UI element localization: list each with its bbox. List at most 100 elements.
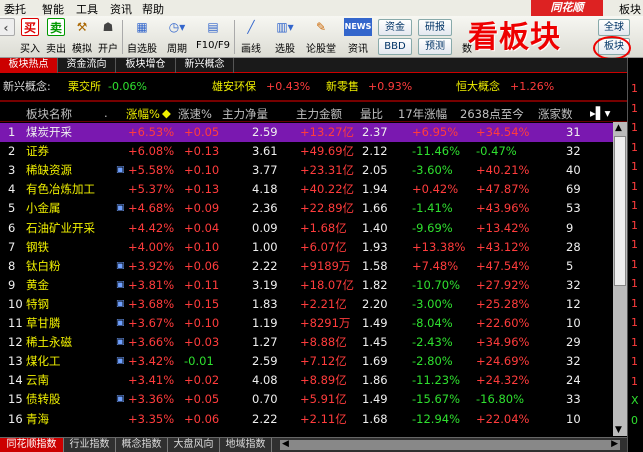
user-icon: ☗: [102, 20, 114, 34]
tab-industry-index[interactable]: 行业指数: [64, 438, 116, 452]
col-header-2017-change[interactable]: 17年涨幅: [398, 106, 447, 122]
news-icon: NEWS: [344, 18, 372, 36]
stock-picker-button[interactable]: ▥▾ 选股: [272, 18, 298, 55]
global-button[interactable]: 全球: [598, 19, 630, 36]
tab-market-direction[interactable]: 大盘风向: [168, 438, 220, 452]
simulate-button[interactable]: ⚒ 模拟: [70, 18, 94, 56]
up-count-cell: 10: [566, 316, 581, 330]
col-header-volume-ratio[interactable]: 量比: [360, 106, 383, 122]
research-button[interactable]: 研报: [418, 19, 452, 36]
buy-label: 买入: [20, 44, 40, 55]
tab-sector-hot[interactable]: 板块热点: [0, 58, 58, 73]
net-volume-cell: 2.22: [252, 411, 278, 426]
volume-ratio-cell: 1.58: [362, 258, 388, 273]
col-header-up-count[interactable]: 涨家数: [538, 106, 573, 122]
news-button[interactable]: NEWS 资讯: [344, 18, 372, 55]
horizontal-scrollbar[interactable]: ◀ ▶: [280, 439, 620, 450]
change-cell: +3.92%: [128, 258, 175, 273]
bbd-button[interactable]: BBD: [378, 38, 412, 55]
tab-ths-index[interactable]: 同花顺指数: [0, 438, 64, 452]
draw-line-button[interactable]: ╱ 画线: [238, 18, 264, 55]
scroll-right-icon[interactable]: ▶: [611, 439, 618, 449]
funds-button[interactable]: 资金: [378, 19, 412, 36]
table-row[interactable]: 10 特钢 ▣ +3.68% +0.15 1.83 +2.21亿 2.20 -3.00% +25.…: [0, 295, 627, 314]
concept-name[interactable]: 栗交所: [68, 76, 101, 98]
tab-sector-position[interactable]: 板块增仓: [116, 58, 176, 73]
section-divider: [0, 100, 627, 102]
menu-item-smart[interactable]: 智能: [42, 1, 64, 17]
forecast-button[interactable]: 预测: [418, 38, 452, 55]
row-index: 7: [8, 239, 16, 254]
prev-button[interactable]: ‹: [0, 18, 18, 56]
table-row[interactable]: 3 稀缺资源 ▣ +5.58% +0.10 3.77 +23.31亿 2.05 -3.60% +4…: [0, 161, 627, 180]
table-row[interactable]: 15 债转股 ▣ +3.36% +0.05 0.70 +5.91亿 1.49 -15.67% -1…: [0, 390, 627, 409]
menu-item-news[interactable]: 资讯: [110, 1, 132, 17]
table-row[interactable]: 9 黄金 ▣ +3.81% +0.11 3.19 +18.07亿 1.82 -10.70% +27…: [0, 276, 627, 295]
concept-name[interactable]: 雄安环保: [212, 76, 256, 98]
period-button[interactable]: ◷▾ 周期: [162, 18, 192, 55]
concept-name[interactable]: 恒大概念: [456, 76, 500, 98]
table-row[interactable]: 12 稀土永磁 ▣ +3.66% +0.03 1.27 +8.88亿 1.45 -2.43% +3…: [0, 333, 627, 352]
up-count-cell: 33: [566, 392, 581, 407]
since-2638-cell: +22.60%: [476, 316, 530, 330]
up-count-cell: 24: [566, 373, 581, 388]
menu-item-entrust[interactable]: 委托: [4, 1, 26, 17]
sector-flag-icon: ▣: [116, 165, 125, 176]
net-amount-cell: +1.68亿: [300, 220, 347, 235]
since-2638-cell: +27.92%: [476, 277, 530, 292]
table-row[interactable]: 7 钢铁 +4.00% +0.10 1.00 +6.07亿 1.93 +13.38% +43.1…: [0, 238, 627, 257]
tab-concept-index[interactable]: 概念指数: [116, 438, 168, 452]
f10-button[interactable]: ▤ F10/F9: [196, 18, 230, 51]
col-header-net-amount[interactable]: 主力金额: [296, 106, 342, 122]
table-row[interactable]: 2 证券 +6.08% +0.13 3.61 +49.69亿 2.12 -11.46% -0.4…: [0, 142, 627, 161]
vertical-scrollbar[interactable]: ▲ ▼: [613, 122, 627, 436]
menu-item-help[interactable]: 帮助: [142, 1, 164, 17]
net-amount-cell: +49.69亿: [300, 144, 355, 159]
tab-region-index[interactable]: 地域指数: [220, 438, 272, 452]
col-header-change[interactable]: 涨幅%: [126, 106, 160, 122]
concept-name[interactable]: 新零售: [326, 76, 359, 98]
table-row[interactable]: 14 云南 +3.41% +0.02 4.08 +8.89亿 1.86 -11.23% +24.…: [0, 371, 627, 390]
open-account-button[interactable]: ☗ 开户: [96, 18, 120, 56]
concept-change: -0.06%: [108, 80, 147, 93]
change-2017-cell: -12.94%: [412, 411, 460, 426]
row-index: 2: [8, 144, 16, 159]
tab-fund-flow[interactable]: 资金流向: [58, 58, 116, 73]
col-header-dot: .: [104, 106, 108, 120]
table-row[interactable]: 4 有色冶炼加工 +5.37% +0.13 4.18 +40.22亿 1.94 +0.42% +…: [0, 180, 627, 199]
scroll-up-icon[interactable]: ▲: [615, 123, 622, 133]
row-index: 3: [8, 163, 16, 178]
change-2017-cell: +13.38%: [412, 239, 466, 254]
up-count-cell: 10: [566, 411, 581, 426]
scroll-left-icon[interactable]: ◀: [282, 439, 289, 449]
scroll-down-icon[interactable]: ▼: [615, 425, 622, 435]
table-row[interactable]: 5 小金属 ▣ +4.68% +0.09 2.36 +22.89亿 1.66 -1.41% +43…: [0, 199, 627, 218]
forum-button[interactable]: ✎ 论股堂: [304, 18, 338, 55]
column-menu-icon[interactable]: ▸▌▾: [590, 106, 610, 120]
table-row[interactable]: 11 草甘膦 ▣ +3.67% +0.10 1.19 +8291万 1.49 -8.04% +22…: [0, 314, 627, 333]
sector-name: 钛白粉: [26, 258, 61, 273]
scroll-thumb[interactable]: [614, 136, 626, 286]
col-header-net-volume[interactable]: 主力净量: [222, 106, 268, 122]
news-label: 资讯: [348, 44, 368, 55]
table-row[interactable]: 6 石油矿业开采 +4.42% +0.04 0.09 +1.68亿 1.40 -9.69% +1…: [0, 219, 627, 238]
change-cell: +4.68%: [128, 201, 175, 216]
speed-cell: +0.06: [184, 258, 220, 273]
table-row[interactable]: 13 煤化工 ▣ +3.42% -0.01 2.59 +7.12亿 1.69 -2.80% +24…: [0, 352, 627, 371]
row-index: 12: [8, 335, 23, 350]
speed-cell: -0.01: [184, 354, 214, 369]
buy-button[interactable]: 买 买入: [18, 18, 42, 56]
watchlist-button[interactable]: ▦ 自选股: [126, 18, 158, 55]
col-header-speed[interactable]: 涨速%: [178, 106, 212, 122]
col-header-name[interactable]: 板块名称: [26, 106, 72, 122]
table-row[interactable]: 16 青海 +3.35% +0.06 2.22 +2.11亿 1.68 -12.94% +22.…: [0, 410, 627, 429]
view-tabs: 板块热点 资金流向 板块增仓 新兴概念: [0, 58, 627, 73]
sell-button[interactable]: 卖 卖出: [44, 18, 68, 56]
table-row[interactable]: 1 煤炭开采 +6.53% +0.05 2.59 +13.27亿 2.37 +6.95% +34…: [0, 123, 627, 142]
col-header-since-2638[interactable]: 2638点至今: [460, 106, 524, 122]
table-row[interactable]: 8 钛白粉 ▣ +3.92% +0.06 2.22 +9189万 1.58 +7.48% +47.…: [0, 257, 627, 276]
speed-cell: +0.15: [184, 296, 220, 311]
tab-new-concepts[interactable]: 新兴概念: [176, 58, 234, 73]
menu-item-tools[interactable]: 工具: [76, 1, 98, 17]
up-count-cell: 5: [566, 258, 574, 273]
